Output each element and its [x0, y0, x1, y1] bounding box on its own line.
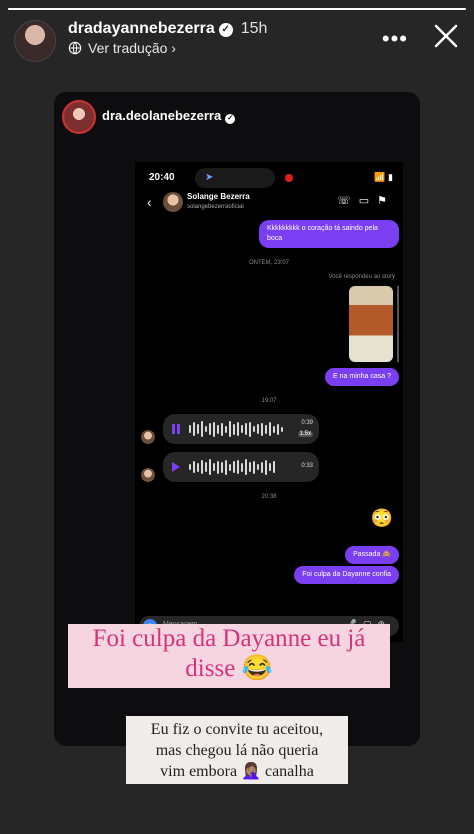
status-time: 20:40 — [149, 172, 175, 183]
emoji-reaction: 😳 — [370, 508, 393, 528]
dm-screenshot: 20:40 ➤ 📶 ▮ ‹ Solange Bezerra solangebez… — [135, 162, 403, 642]
repost-username[interactable]: dra.deolanebezerra — [102, 108, 221, 123]
story-progress-bar — [8, 8, 466, 10]
voice-message[interactable]: 0:39 1.5x — [163, 414, 319, 444]
contact-avatar[interactable] — [163, 192, 183, 212]
verified-badge-icon: ✓ — [225, 114, 236, 124]
message-bubble-sent: Kkkkkkkkk o coração tá saindo pela boca — [259, 220, 399, 248]
story-progress-fill — [8, 8, 466, 10]
audio-duration: 0:39 — [301, 420, 313, 426]
avatar[interactable] — [14, 20, 56, 62]
chat-header: ‹ Solange Bezerra solangebezerraoficial … — [135, 190, 403, 218]
timestamp: 20:38 — [261, 494, 277, 500]
play-icon[interactable] — [171, 461, 181, 473]
message-bubble-sent: Foi culpa da Dayanne confia — [294, 566, 399, 584]
caption-line: vim embora 🤦🏽‍♀️ canalha — [160, 763, 314, 780]
globe-icon — [68, 41, 82, 55]
verified-badge-icon: ✓ — [218, 23, 233, 37]
chat-actions[interactable]: ☏▭⚑ — [337, 194, 395, 207]
repost-user-line[interactable]: dra.deolanebezerra ✓ — [102, 108, 236, 124]
timestamp: 19:07 — [261, 398, 277, 404]
repost-avatar[interactable] — [62, 100, 96, 134]
replied-story-label: Você respondeu ao story — [328, 274, 395, 280]
story-reply-image[interactable] — [349, 286, 393, 362]
audio-waveform — [189, 459, 275, 475]
sender-avatar — [141, 468, 155, 482]
message-bubble-sent: Passada 🙈 — [345, 546, 399, 564]
close-icon[interactable] — [432, 22, 460, 50]
story-header: dradayannebezerra ✓ 15h Ver tradução › ••• — [14, 16, 460, 62]
pause-icon[interactable] — [171, 423, 181, 435]
recording-dot-icon — [285, 174, 293, 182]
story-user-line[interactable]: dradayannebezerra ✓ 15h — [68, 20, 267, 38]
caption-line: Foi culpa da Dayanne eu já — [92, 625, 366, 652]
dynamic-island: ➤ — [195, 168, 275, 188]
chevron-right-icon: › — [167, 40, 176, 56]
story-caption-main: Foi culpa da Dayanne eu já disse 😂 — [68, 624, 390, 688]
story-username[interactable]: dradayannebezerra — [68, 20, 215, 37]
translate-label: Ver tradução — [88, 40, 168, 56]
contact-name[interactable]: Solange Bezerra — [187, 192, 250, 201]
translate-link[interactable]: Ver tradução › — [68, 40, 176, 56]
playback-speed[interactable]: 1.5x — [297, 431, 313, 437]
reply-indicator-bar — [397, 286, 399, 362]
more-dots-icon[interactable]: ••• — [382, 26, 408, 52]
audio-waveform — [189, 421, 283, 437]
message-bubble-sent: E na minha casa ? — [325, 368, 399, 386]
voice-message[interactable]: 0:33 — [163, 452, 319, 482]
sender-avatar — [141, 430, 155, 444]
status-icons: 📶 ▮ — [374, 172, 393, 182]
caption-line: disse 😂 — [185, 655, 273, 682]
audio-duration: 0:33 — [301, 463, 313, 469]
story-caption-secondary: Eu fiz o convite tu aceitou, mas chegou … — [126, 716, 348, 784]
contact-handle: solangebezerraoficial — [187, 204, 244, 210]
caption-line: Eu fiz o convite tu aceitou, — [150, 721, 324, 738]
caption-line: mas chegou lá não queria — [155, 742, 319, 759]
navigation-arrow-icon: ➤ — [205, 172, 214, 183]
story-time: 15h — [240, 20, 268, 37]
timestamp: ONTEM, 23:07 — [248, 260, 289, 266]
back-arrow-icon[interactable]: ‹ — [147, 194, 152, 210]
